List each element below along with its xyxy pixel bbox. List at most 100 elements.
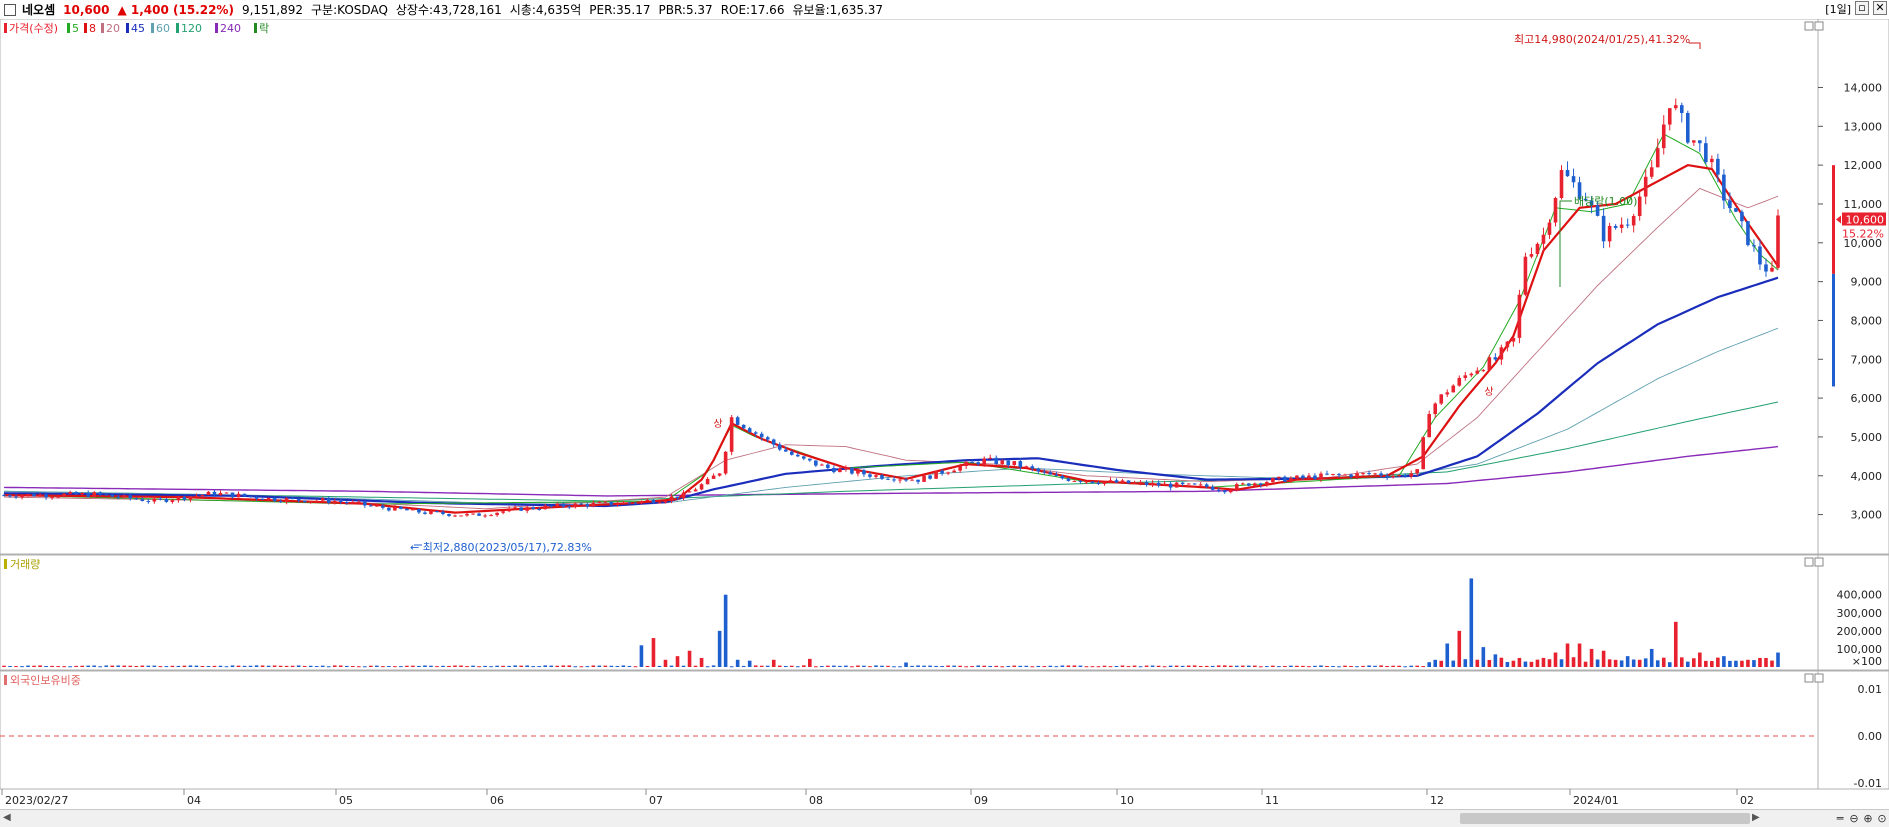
candle-body — [633, 502, 638, 504]
volume-bar — [465, 666, 469, 668]
volume-bar — [170, 665, 175, 667]
volume-bar — [1661, 657, 1666, 667]
pane-close-icon[interactable] — [1814, 673, 1824, 683]
restore-window-icon[interactable]: ▫ — [1855, 1, 1869, 15]
volume-bar — [693, 665, 698, 667]
scroll-thumb[interactable] — [1460, 813, 1750, 824]
legend-item: 60 — [156, 22, 170, 35]
volume-bar — [621, 665, 626, 667]
candle-body — [1571, 176, 1576, 183]
candle-body — [802, 456, 806, 459]
volume-bar — [1517, 657, 1522, 667]
candle-body — [104, 494, 109, 496]
horizontal-scrollbar[interactable]: ◀ ▶ — [0, 809, 1764, 827]
volume-bar — [1475, 659, 1480, 667]
candle-body — [477, 513, 481, 516]
chart-pane-2 — [0, 554, 1889, 671]
volume-bar — [519, 665, 523, 667]
candle-body — [1367, 473, 1371, 475]
candle-body — [934, 470, 938, 479]
candle-body — [1132, 482, 1137, 484]
price-axis-tick-label: 14,000 — [1844, 81, 1883, 94]
candle-body — [687, 491, 692, 493]
pane-close-icon[interactable] — [1814, 21, 1824, 31]
volume-bar — [1493, 654, 1498, 667]
price-axis-tick-label: 13,000 — [1844, 120, 1883, 133]
candle-body — [531, 507, 535, 510]
volume-bar — [489, 666, 493, 668]
candle-body — [1042, 471, 1047, 473]
volume-bar — [326, 666, 331, 668]
pane-maximize-icon[interactable] — [1804, 673, 1814, 683]
volume-bar — [1403, 666, 1407, 668]
volume-bar — [838, 665, 842, 667]
scroll-left-icon[interactable]: ◀ — [3, 812, 11, 823]
volume-bar — [314, 666, 319, 668]
volume-bar — [1012, 665, 1017, 667]
volume-bar — [1060, 665, 1065, 667]
pane-maximize-icon[interactable] — [1804, 21, 1814, 31]
candle-body — [1457, 377, 1462, 386]
volume-bar — [230, 665, 235, 667]
volume-bar — [1000, 666, 1005, 668]
pane-maximize-icon[interactable] — [1804, 557, 1814, 567]
price-axis-tick-label: 11,000 — [1844, 198, 1883, 211]
candle-body — [1078, 480, 1083, 482]
foreign-ownership-title: 외국인보유비중 — [10, 674, 81, 687]
candle-body — [188, 496, 193, 500]
candle-body — [850, 467, 854, 474]
candle-body — [1421, 437, 1425, 470]
candle-body — [1096, 482, 1101, 485]
scroll-right-icon[interactable]: ▶ — [1752, 812, 1760, 823]
volume-bar — [1289, 665, 1293, 667]
volume-bar — [50, 665, 54, 667]
candle-body — [657, 502, 662, 504]
candle-body — [868, 474, 872, 477]
zoom-out-icon[interactable]: ⊖ — [1847, 812, 1861, 826]
close-window-icon[interactable]: ✕ — [1873, 1, 1887, 15]
volume-bar — [1601, 650, 1606, 667]
volume-bar — [1764, 657, 1768, 667]
zoom-in-icon[interactable]: ⊕ — [1861, 812, 1875, 826]
volume-bar — [1337, 666, 1341, 668]
candle-body — [1240, 483, 1245, 485]
volume-bar — [38, 665, 42, 667]
candle-body — [988, 457, 993, 459]
trade-volume: 9,151,892 — [241, 2, 304, 17]
candle-body — [1764, 264, 1768, 272]
pane-close-icon[interactable] — [1814, 557, 1824, 567]
legend-swatch — [215, 23, 218, 33]
volume-bar — [80, 665, 84, 667]
volume-bar — [344, 665, 349, 667]
volume-bar — [441, 665, 445, 667]
price-axis-tick-label: 5,000 — [1851, 431, 1883, 444]
candle-body — [1228, 490, 1233, 493]
volume-bar — [820, 665, 824, 667]
volume-bar — [453, 665, 457, 667]
volume-bar — [1547, 659, 1552, 667]
volume-bar — [44, 666, 48, 668]
volume-bar — [128, 665, 133, 667]
candle-body — [597, 502, 602, 504]
volume-bar — [922, 665, 926, 667]
zoom-controls: ═ ⊖ ⊕ ⊙ — [1764, 809, 1889, 827]
stock-chart-area[interactable]: 거래량 400,000 300,000 200,000 100,000×100 외국인보… — [0, 19, 1889, 809]
volume-bar — [994, 665, 999, 667]
period-selector[interactable]: [1일] — [1825, 1, 1851, 17]
volume-bar — [1776, 652, 1780, 667]
zoom-slider-icon[interactable]: ═ — [1833, 812, 1847, 826]
volume-bar — [381, 666, 385, 668]
volume-bar — [651, 638, 656, 667]
candle-body — [8, 495, 12, 497]
candle-body — [1180, 482, 1185, 485]
candle-body — [645, 500, 650, 502]
date-axis-label: 05 — [339, 794, 353, 807]
candle-body — [1162, 483, 1167, 486]
select-checkbox[interactable] — [4, 3, 16, 16]
candle-body — [1156, 482, 1161, 486]
zoom-reset-icon[interactable]: ⊙ — [1875, 812, 1889, 826]
candle-body — [1679, 105, 1684, 113]
stock-name[interactable]: 네오셈 — [22, 1, 55, 18]
candle-body — [1379, 473, 1383, 476]
volume-title: 거래량 — [10, 558, 40, 571]
